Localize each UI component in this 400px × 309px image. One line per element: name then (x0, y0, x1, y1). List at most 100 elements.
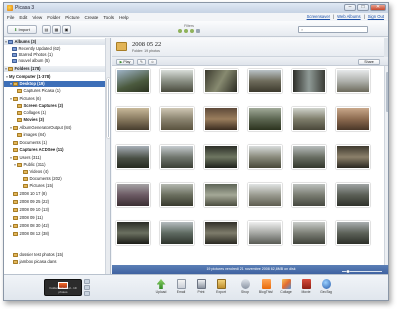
menu-folder[interactable]: Folder (47, 15, 60, 20)
folder-item[interactable]: 2008 09 25 (22) (4, 199, 110, 205)
photo-thumbnail[interactable] (292, 183, 326, 207)
view-edit-button[interactable]: ▣ (62, 25, 71, 34)
collage-button[interactable]: Collage (277, 279, 295, 294)
photo-thumbnail[interactable] (160, 145, 194, 169)
photo-thumbnail[interactable] (116, 69, 150, 93)
photo-thumbnail[interactable] (204, 145, 238, 169)
search-input[interactable]: ⌕ (298, 26, 368, 33)
photo-thumbnail[interactable] (204, 107, 238, 131)
folder-item[interactable]: ▾ Users (311) (4, 155, 110, 161)
clear-icon[interactable] (84, 285, 90, 290)
photo-thumbnail[interactable] (248, 221, 282, 245)
folder-item[interactable]: ▾ Public (311) (4, 162, 110, 168)
shop-button[interactable]: Shop (236, 279, 254, 294)
maximize-button[interactable]: □ (357, 4, 369, 11)
geotag-button[interactable]: GeoTag (317, 279, 335, 294)
menu-picture[interactable]: Picture (65, 15, 79, 20)
album-item[interactable]: nouvel album (5) (4, 58, 110, 64)
edit-description-button[interactable]: ✎ (137, 58, 146, 65)
folder-item[interactable]: ▾ AlbumGeneratorOutput (84) (4, 125, 110, 131)
my-computer-item[interactable]: ▾ My Computer (1·378) (4, 74, 110, 80)
filter-people-icon[interactable] (190, 29, 194, 33)
view-library-button[interactable]: ▤ (42, 25, 51, 34)
albums-section-header[interactable]: ▾ Albums (3) (4, 39, 110, 45)
folder-item[interactable]: Captures Picasa (1) (4, 88, 110, 94)
menu-file[interactable]: File (7, 15, 14, 20)
blogthis-button[interactable]: BlogThis! (257, 279, 275, 294)
photo-thumbnail[interactable] (116, 221, 150, 245)
minimize-button[interactable]: – (344, 4, 356, 11)
upload-button[interactable]: Upload (152, 279, 170, 294)
filter-video-icon[interactable] (184, 29, 188, 33)
import-button[interactable]: ⬇ Import (7, 25, 37, 34)
play-slideshow-button[interactable]: ▶ Play (116, 58, 134, 65)
photo-thumbnail[interactable] (116, 107, 150, 131)
export-button[interactable]: Export (212, 279, 230, 294)
folder-item[interactable]: dossier test photos (15) (4, 252, 110, 258)
folder-item-desktop[interactable]: ▾ Desktop (19) (4, 81, 110, 87)
folder-item[interactable]: Collages (1) (4, 110, 110, 116)
photo-thumbnail[interactable] (160, 183, 194, 207)
folder-item[interactable]: 2008 09 (11) (4, 215, 110, 221)
selection-tray[interactable]: Folder Selected - 19 photos (44, 279, 82, 296)
sign-out-link[interactable]: Sign Out (368, 14, 384, 19)
photo-area-scrollbar[interactable] (384, 66, 388, 265)
view-grid-button[interactable]: ▦ (52, 25, 61, 34)
photo-thumbnail[interactable] (292, 145, 326, 169)
photo-thumbnail[interactable] (336, 107, 370, 131)
movie-button[interactable]: Movie (297, 279, 315, 294)
photo-thumbnail[interactable] (160, 221, 194, 245)
close-button[interactable]: ✕ (370, 4, 386, 11)
photo-thumbnail[interactable] (248, 145, 282, 169)
hold-icon[interactable] (84, 279, 90, 284)
menu-create[interactable]: Create (85, 15, 99, 20)
folders-section-header[interactable]: ▾ Folders (178) (4, 66, 110, 72)
screensaver-link[interactable]: Screensaver (307, 14, 331, 19)
folder-item[interactable]: 2008 08 12 (38) (4, 231, 110, 237)
web-albums-link[interactable]: Web Albums (337, 14, 360, 19)
share-button[interactable]: Share (358, 58, 380, 65)
filter-star-icon[interactable] (178, 29, 182, 33)
folder-item[interactable]: ▾ Pictures (6) (4, 96, 110, 102)
photo-thumbnail[interactable] (248, 69, 282, 93)
photo-thumbnail[interactable] (336, 183, 370, 207)
photo-thumbnail[interactable] (336, 145, 370, 169)
folder-item[interactable]: Pictures (15) (4, 183, 110, 189)
menu-tools[interactable]: Tools (103, 15, 114, 20)
photo-thumbnail[interactable] (160, 69, 194, 93)
folder-item[interactable]: Videos (4) (4, 169, 110, 175)
menu-view[interactable]: View (32, 15, 42, 20)
photo-thumbnail[interactable] (116, 145, 150, 169)
folder-item[interactable]: Captures ACDSee (11) (4, 147, 110, 153)
photo-thumbnail[interactable] (204, 69, 238, 93)
photo-thumbnail[interactable] (336, 221, 370, 245)
folder-item[interactable]: Movies (3) (4, 117, 110, 123)
folder-item[interactable]: 2008 09 10 (13) (4, 207, 110, 213)
scrollbar-thumb[interactable] (107, 78, 110, 138)
print-button[interactable]: Print (192, 279, 210, 294)
photo-thumbnail[interactable] (292, 107, 326, 131)
add-icon[interactable] (84, 291, 90, 296)
photo-thumbnail[interactable] (248, 183, 282, 207)
thumbnail-size-slider[interactable] (342, 270, 382, 273)
folder-item[interactable]: Documents (202) (4, 176, 110, 182)
photo-thumbnail[interactable] (204, 183, 238, 207)
scrollbar-thumb[interactable] (386, 72, 388, 112)
photo-thumbnail[interactable] (160, 107, 194, 131)
folder-item[interactable]: Screen Captures (2) (4, 103, 110, 109)
menu-edit[interactable]: Edit (19, 15, 27, 20)
folder-item[interactable]: jambox picasa dans (4, 259, 110, 265)
filter-geotag-icon[interactable] (196, 29, 200, 33)
email-button[interactable]: Email (172, 279, 190, 294)
photo-thumbnail[interactable] (292, 69, 326, 93)
folder-item[interactable]: images (84) (4, 132, 110, 138)
folder-list-scrollbar[interactable] (105, 38, 110, 274)
photo-thumbnail[interactable] (116, 183, 150, 207)
folder-item[interactable]: ▸ 2008 08 30 (42) (4, 223, 110, 229)
photo-thumbnail[interactable] (336, 69, 370, 93)
photo-thumbnail[interactable] (248, 107, 282, 131)
folder-item[interactable]: Documents (1) (4, 140, 110, 146)
folder-item[interactable]: 2008 10 17 (8) (4, 191, 110, 197)
people-button[interactable]: ☺ (148, 58, 157, 65)
photo-thumbnail[interactable] (204, 221, 238, 245)
